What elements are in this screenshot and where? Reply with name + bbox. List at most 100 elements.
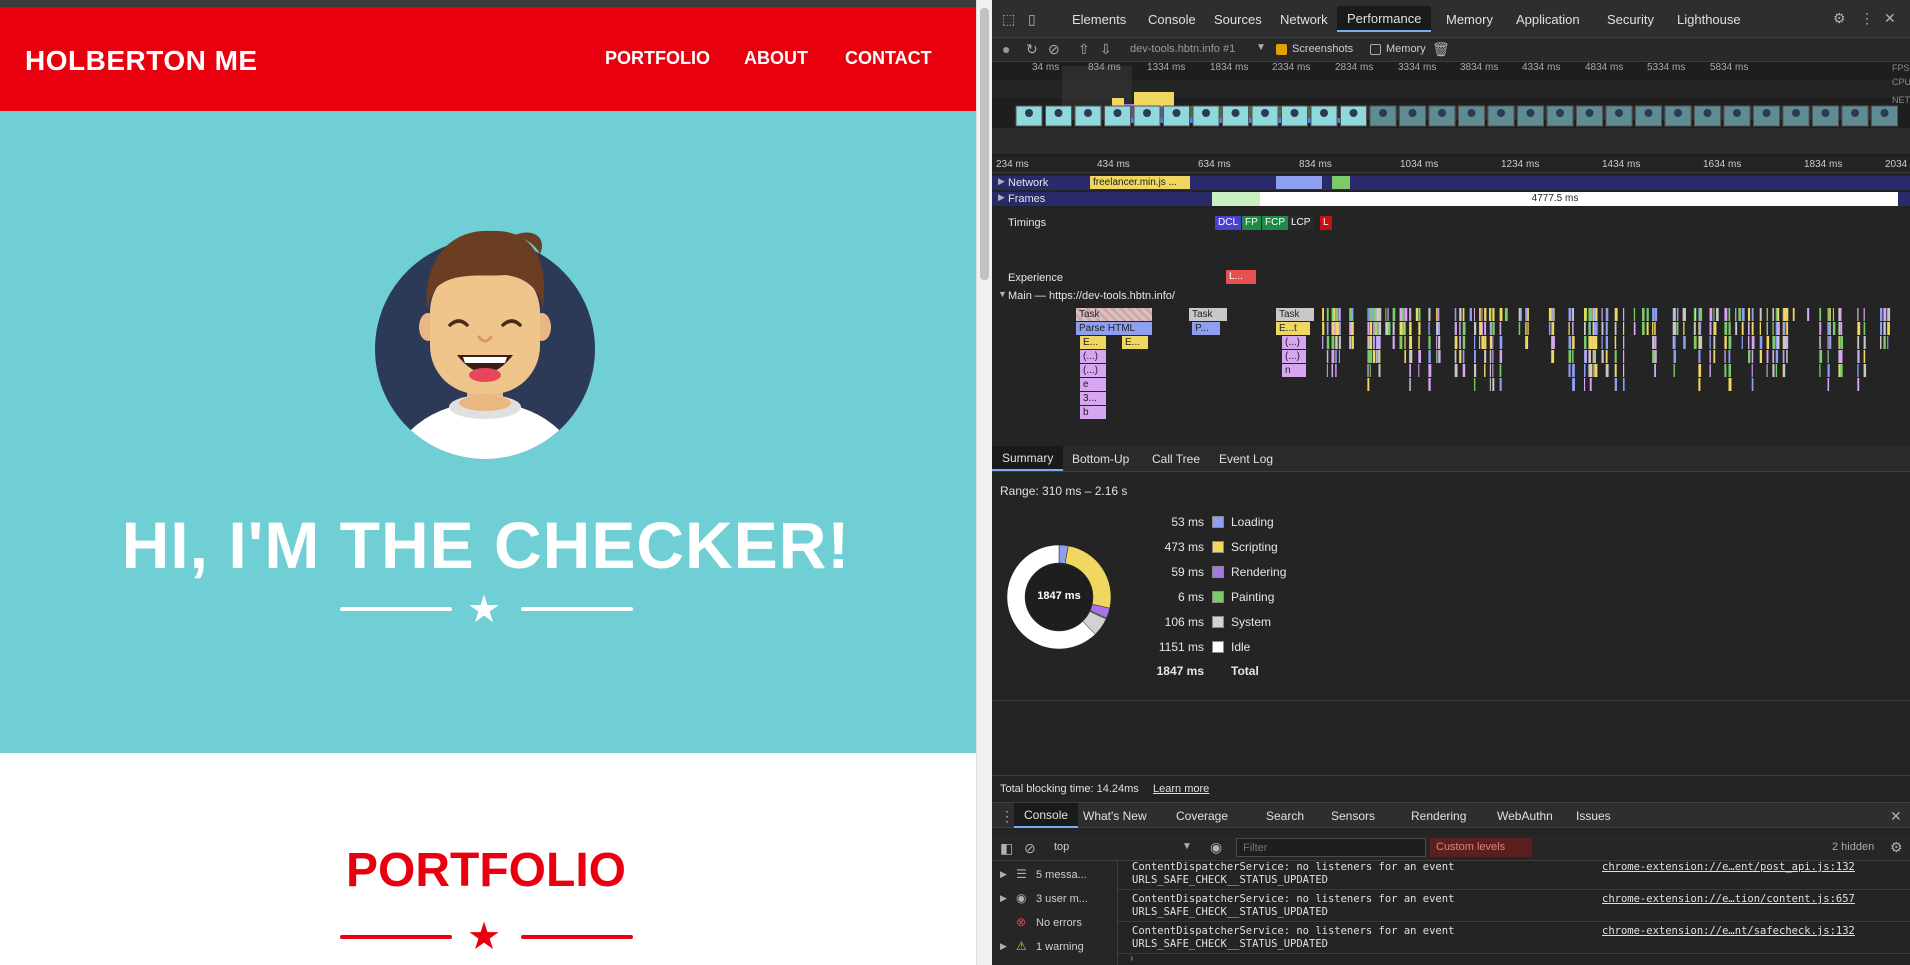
flame-sliver — [1492, 336, 1494, 349]
drawer-tab-rendering[interactable]: Rendering — [1411, 809, 1466, 823]
drawer-tab-issues[interactable]: Issues — [1576, 809, 1611, 823]
context-dropdown-icon[interactable]: ▼ — [1182, 841, 1192, 852]
sidebar-messages[interactable]: 5 messa... — [1036, 869, 1087, 881]
console-row-1-source-link[interactable]: chrome-extension://e…ent/post_api.js:132 — [1602, 861, 1855, 873]
flame-sliver — [1462, 308, 1464, 321]
collapse-main-icon[interactable]: ▼ — [998, 289, 1007, 299]
learn-more-link[interactable]: Learn more — [1153, 783, 1209, 795]
expand-frames-icon[interactable]: ▶ — [998, 192, 1005, 203]
summary-label-painting: Painting — [1231, 590, 1275, 604]
timeline-overview[interactable]: FPS CPU NET 34 ms 834 ms 1334 ms 1834 ms 233… — [992, 62, 1910, 157]
flame-sliver — [1322, 308, 1324, 321]
flame-sliver — [1322, 322, 1325, 335]
flame-sliver — [1418, 364, 1420, 377]
console-sidebar-toggle-icon[interactable]: ◧ — [1000, 840, 1013, 857]
record-icon[interactable]: ● — [1002, 41, 1010, 57]
network-request-bar[interactable] — [1276, 176, 1322, 189]
page-scrollbar[interactable] — [976, 0, 992, 965]
flame-sliver — [1832, 308, 1834, 321]
flame-sliver — [1326, 322, 1329, 335]
drawer-tab-sensors[interactable]: Sensors — [1331, 809, 1375, 823]
frames-track-label[interactable]: Frames — [1008, 193, 1045, 205]
drawer-tab-coverage[interactable]: Coverage — [1176, 809, 1228, 823]
expand-warnings-icon[interactable]: ▶ — [1000, 941, 1007, 952]
tab-application[interactable]: Application — [1516, 12, 1580, 27]
close-devtools-icon[interactable]: ✕ — [1884, 10, 1896, 27]
console-row-2-source-link[interactable]: chrome-extension://e…tion/content.js:657 — [1602, 893, 1855, 905]
console-prompt-icon[interactable]: › — [1130, 953, 1133, 964]
tab-call-tree[interactable]: Call Tree — [1152, 452, 1200, 466]
timing-load[interactable]: L — [1320, 216, 1332, 230]
tab-sources[interactable]: Sources — [1214, 12, 1262, 27]
flame-sliver — [1741, 322, 1744, 335]
flame-sliver — [1751, 322, 1754, 335]
frame-bar[interactable]: 4777.5 ms — [1212, 192, 1898, 206]
console-row-3-source-link[interactable]: chrome-extension://e…nt/safecheck.js:132 — [1602, 925, 1855, 937]
main-thread-label[interactable]: Main — https://dev-tools.hbtn.info/ — [1008, 290, 1175, 302]
tab-console[interactable]: Console — [1148, 12, 1196, 27]
nav-contact-link[interactable]: CONTACT — [845, 48, 932, 69]
more-options-icon[interactable]: ⋮ — [1860, 10, 1874, 27]
layout-shift-chip[interactable]: L... — [1226, 270, 1256, 284]
recording-select[interactable]: dev-tools.hbtn.info #1 — [1130, 43, 1270, 55]
page-scrollbar-thumb[interactable] — [980, 8, 989, 280]
drawer-tab-webauthn[interactable]: WebAuthn — [1497, 809, 1553, 823]
expand-network-icon[interactable]: ▶ — [998, 176, 1005, 187]
tab-elements[interactable]: Elements — [1072, 12, 1126, 27]
sidebar-warnings[interactable]: 1 warning — [1036, 941, 1084, 953]
flame-sliver — [1838, 336, 1840, 349]
sidebar-user-messages[interactable]: 3 user m... — [1036, 893, 1088, 905]
console-row-1-line-1: ContentDispatcherService: no listeners f… — [1132, 861, 1455, 873]
expand-messages-icon[interactable]: ▶ — [1000, 869, 1007, 880]
recording-dropdown-icon[interactable]: ▼ — [1256, 42, 1266, 53]
tab-network[interactable]: Network — [1280, 12, 1328, 27]
network-request-freelancer[interactable]: freelancer.min.js ... — [1090, 176, 1190, 189]
nav-portfolio-link[interactable]: PORTFOLIO — [605, 48, 710, 69]
nav-about-link[interactable]: ABOUT — [744, 48, 808, 69]
flame-sliver — [1409, 350, 1413, 363]
flame-sliver — [1527, 308, 1529, 321]
drawer-menu-icon[interactable]: ⋮ — [1000, 808, 1014, 825]
device-toolbar-icon[interactable]: ▯ — [1028, 11, 1036, 28]
drawer-tab-console[interactable]: Console — [1014, 803, 1079, 828]
network-request-bar-2[interactable] — [1332, 176, 1350, 189]
screenshots-checkbox[interactable] — [1276, 44, 1287, 55]
sidebar-errors[interactable]: No errors — [1036, 917, 1082, 929]
expand-user-messages-icon[interactable]: ▶ — [1000, 893, 1007, 904]
close-drawer-icon[interactable]: ✕ — [1890, 808, 1902, 825]
custom-levels-dropdown[interactable]: Custom levels — [1430, 838, 1532, 857]
save-profile-icon[interactable]: ⇩ — [1100, 41, 1112, 58]
tab-memory[interactable]: Memory — [1446, 12, 1493, 27]
flame-sliver — [1484, 336, 1487, 349]
network-track-label[interactable]: Network — [1008, 177, 1048, 189]
live-expression-eye-icon[interactable]: ◉ — [1210, 839, 1222, 856]
flame-sliver — [1552, 336, 1555, 349]
console-settings-gear-icon[interactable]: ⚙ — [1890, 839, 1903, 856]
flame-sliver — [1474, 336, 1476, 349]
timing-fcp[interactable]: FCP — [1262, 216, 1288, 230]
tab-event-log[interactable]: Event Log — [1219, 452, 1273, 466]
flame-sliver — [1378, 350, 1381, 363]
inspect-element-icon[interactable]: ⬚ — [1002, 11, 1015, 28]
flame-sliver — [1492, 350, 1494, 363]
drawer-tab-search[interactable]: Search — [1266, 809, 1304, 823]
timing-dcl[interactable]: DCL — [1215, 216, 1242, 230]
tab-bottom-up[interactable]: Bottom-Up — [1072, 452, 1129, 466]
clear-icon[interactable]: ⊘ — [1048, 41, 1060, 58]
site-brand[interactable]: HOLBERTON ME — [25, 45, 258, 77]
load-profile-icon[interactable]: ⇧ — [1078, 41, 1090, 58]
memory-checkbox[interactable] — [1370, 44, 1381, 55]
console-clear-icon[interactable]: ⊘ — [1024, 840, 1036, 857]
tab-summary[interactable]: Summary — [992, 446, 1064, 471]
tab-security[interactable]: Security — [1607, 12, 1654, 27]
reload-record-icon[interactable]: ↻ — [1026, 41, 1038, 58]
drawer-tab-whats-new[interactable]: What's New — [1083, 809, 1147, 823]
settings-gear-icon[interactable]: ⚙ — [1833, 10, 1846, 27]
console-filter-input[interactable] — [1236, 838, 1426, 857]
timing-fp[interactable]: FP — [1242, 216, 1261, 230]
console-context-select[interactable]: top — [1054, 841, 1069, 853]
tab-performance[interactable]: Performance — [1337, 6, 1432, 32]
timing-lcp[interactable]: LCP — [1288, 216, 1314, 230]
trash-icon[interactable]: 🗑 — [1432, 41, 1450, 58]
tab-lighthouse[interactable]: Lighthouse — [1677, 12, 1741, 27]
